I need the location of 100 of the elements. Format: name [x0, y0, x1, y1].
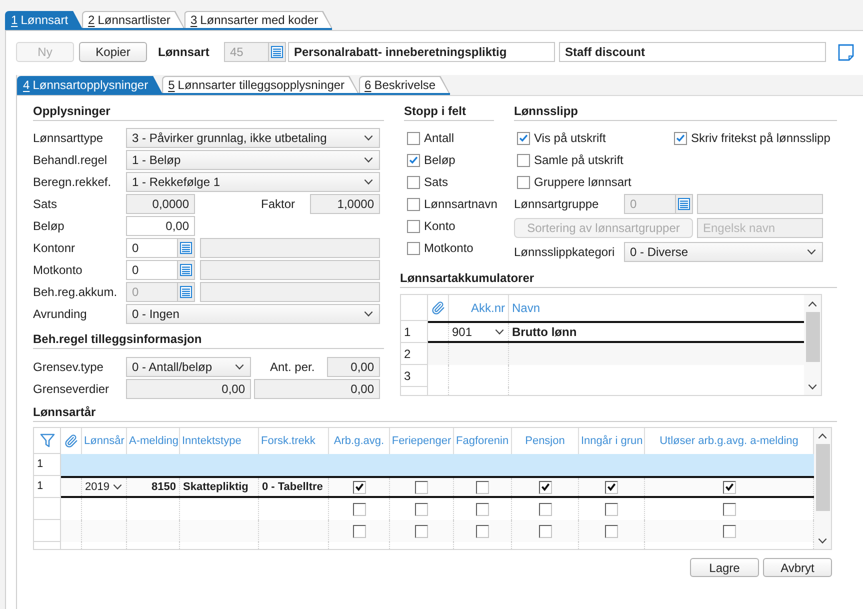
- dropdown[interactable]: 3 - Påvirker grunnlag, ikke utbetaling: [126, 128, 380, 148]
- input-field[interactable]: Staff discount: [559, 42, 826, 62]
- checkbox[interactable]: [476, 502, 489, 516]
- tab[interactable]: 6 Beskrivelse: [358, 76, 450, 93]
- checkbox-label: Gruppere lønnsart: [534, 174, 632, 191]
- checkbox[interactable]: [407, 176, 420, 188]
- checkbox[interactable]: [476, 480, 489, 494]
- table-cell-text: 8150: [152, 480, 176, 495]
- tab[interactable]: 5 Lønnsarter tilleggsopplysninger: [162, 76, 359, 93]
- input-field[interactable]: [697, 194, 823, 214]
- input-field[interactable]: [200, 238, 380, 258]
- field-label: Avrunding: [33, 306, 87, 323]
- field-label: Grensev.type: [33, 359, 104, 376]
- checkbox-label: Antall: [424, 130, 454, 147]
- input-field[interactable]: 0,0000: [126, 194, 195, 214]
- input-field[interactable]: 0,00: [126, 379, 251, 399]
- input-field[interactable]: 0,00: [327, 357, 380, 377]
- lookup-button[interactable]: [178, 260, 195, 280]
- field-label: Grenseverdier: [33, 381, 110, 398]
- chevron-down-icon: [235, 364, 244, 370]
- field-label: Behandl.regel: [33, 152, 108, 169]
- lookup-button[interactable]: [269, 42, 286, 62]
- input-field[interactable]: 0: [126, 238, 178, 258]
- table-row[interactable]: 901 Brutto lønn: [428, 321, 804, 343]
- checkbox[interactable]: [407, 154, 420, 166]
- input-field[interactable]: 0,00: [254, 379, 380, 399]
- lookup-button[interactable]: [676, 194, 693, 214]
- chevron-down-icon: [818, 538, 827, 544]
- checkbox[interactable]: [517, 132, 530, 144]
- tab[interactable]: 2 Lønnsartlister: [82, 11, 184, 28]
- checkbox[interactable]: [722, 502, 736, 516]
- chevron-down-icon: [364, 311, 373, 317]
- checkbox[interactable]: [605, 524, 618, 538]
- chevron-down-icon: [364, 135, 373, 141]
- table-row[interactable]: 2019 8150 Skattepliktig 0 - Tabelltre: [61, 476, 814, 498]
- input-field[interactable]: Personalrabatt- inneberetningspliktig: [288, 42, 555, 62]
- check-icon: [540, 483, 550, 491]
- checkbox[interactable]: [538, 524, 552, 538]
- input-field[interactable]: 0: [126, 260, 178, 280]
- note-icon[interactable]: [838, 44, 854, 61]
- scrollbar-thumb[interactable]: [816, 444, 830, 511]
- check-icon: [724, 483, 734, 491]
- checkbox[interactable]: [476, 524, 489, 538]
- dropdown[interactable]: 0 - Diverse: [624, 242, 823, 262]
- tab[interactable]: 1 Lønnsart: [5, 11, 82, 28]
- checkbox[interactable]: [605, 480, 618, 494]
- table-cell-text: Skattepliktig: [183, 480, 248, 495]
- tab[interactable]: 3 Lønnsarter med koder: [184, 11, 332, 28]
- checkbox[interactable]: [352, 524, 366, 538]
- dropdown-cell[interactable]: 2019: [82, 478, 127, 496]
- checkbox[interactable]: [538, 480, 552, 494]
- checkbox[interactable]: [674, 132, 687, 144]
- checkbox[interactable]: [415, 480, 428, 494]
- checkbox[interactable]: [407, 132, 420, 144]
- filter-icon[interactable]: [40, 433, 54, 448]
- dropdown[interactable]: 1 - Rekkefølge 1: [126, 172, 380, 192]
- input-field[interactable]: 0,00: [126, 216, 195, 236]
- list-icon: [180, 286, 192, 298]
- lookup-button[interactable]: [178, 282, 195, 302]
- field-label: Beh.reg.akkum.: [33, 284, 118, 301]
- tab[interactable]: 4 Lønnsartopplysninger: [17, 76, 162, 93]
- field-label: Lønnsslippkategori: [514, 244, 615, 261]
- scrollbar-thumb[interactable]: [806, 312, 820, 362]
- checkbox[interactable]: [415, 524, 428, 538]
- input-field[interactable]: [200, 282, 380, 302]
- checkbox[interactable]: [517, 154, 530, 166]
- field-label: Sats: [33, 196, 58, 213]
- checkbox[interactable]: [415, 502, 428, 516]
- chevron-down-icon: [807, 249, 816, 255]
- scrollbar[interactable]: [804, 295, 821, 395]
- chevron-down-icon: [364, 179, 373, 185]
- input-field[interactable]: 1,0000: [310, 194, 380, 214]
- save-button[interactable]: Lagre: [690, 558, 759, 577]
- checkbox[interactable]: [407, 220, 420, 232]
- dropdown[interactable]: 1 - Beløp: [126, 150, 380, 170]
- checkbox[interactable]: [517, 176, 530, 188]
- input-field[interactable]: [200, 260, 380, 280]
- paperclip-icon[interactable]: [64, 434, 78, 448]
- dropdown-cell[interactable]: 901: [449, 323, 509, 341]
- list-icon: [271, 46, 283, 58]
- checkbox[interactable]: [722, 524, 736, 538]
- checkbox[interactable]: [538, 502, 552, 516]
- checkbox-label: Motkonto: [424, 240, 474, 257]
- checkbox[interactable]: [352, 480, 366, 494]
- scrollbar[interactable]: [814, 428, 831, 549]
- checkbox[interactable]: [407, 198, 420, 210]
- checkbox[interactable]: [352, 502, 366, 516]
- paperclip-icon[interactable]: [431, 301, 445, 315]
- checkbox[interactable]: [722, 480, 736, 494]
- dropdown[interactable]: 0 - Ingen: [126, 304, 380, 324]
- checkbox[interactable]: [407, 242, 420, 254]
- lookup-button[interactable]: [178, 238, 195, 258]
- cancel-button[interactable]: Avbryt: [763, 558, 832, 577]
- checkbox[interactable]: [605, 502, 618, 516]
- dropdown[interactable]: 0 - Antall/beløp: [126, 357, 251, 377]
- field-label: Beløp: [33, 218, 64, 235]
- chevron-down-icon: [495, 329, 504, 335]
- field-label: Lønnsartgruppe: [514, 196, 599, 213]
- copy-button[interactable]: Kopier: [79, 42, 147, 62]
- section-heading: Lønnsartakkumulatorer: [400, 271, 534, 286]
